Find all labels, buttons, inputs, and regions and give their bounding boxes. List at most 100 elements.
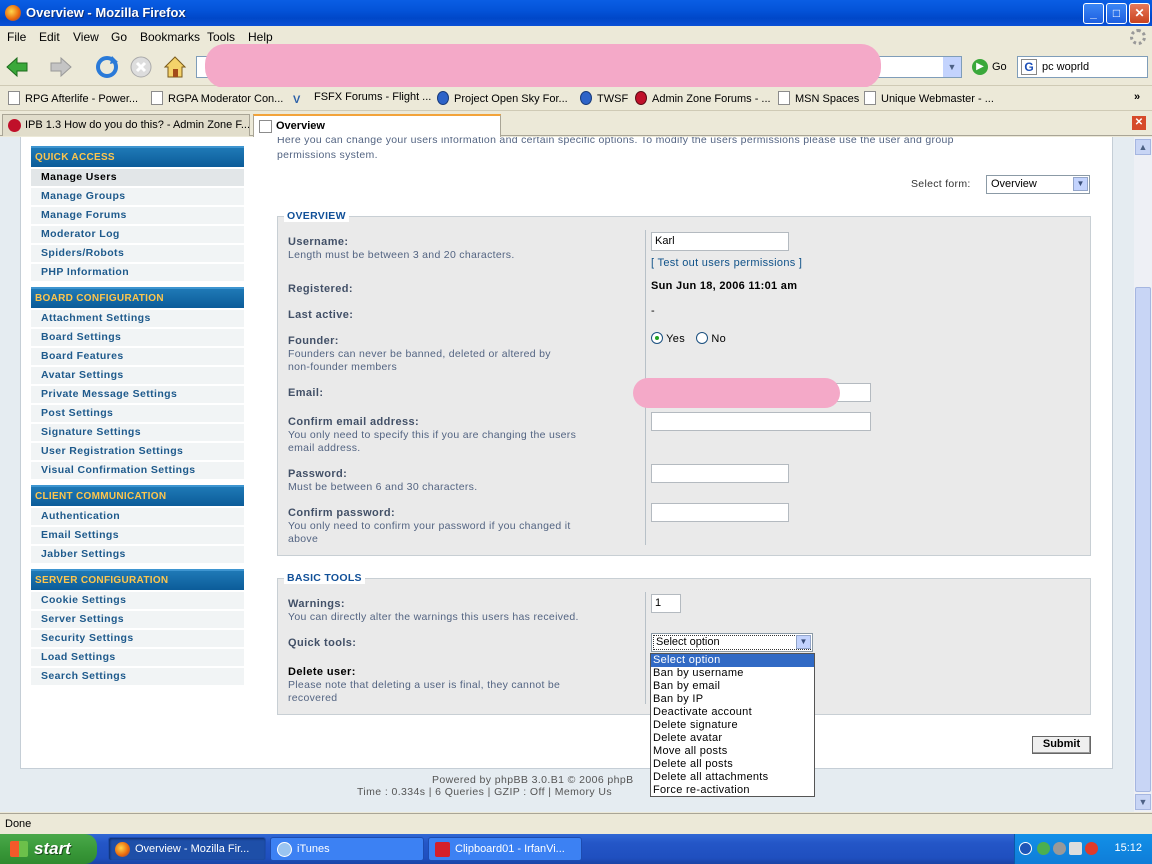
password-input[interactable] xyxy=(651,464,789,483)
radio-no-icon[interactable] xyxy=(696,332,708,344)
taskbar-item-firefox[interactable]: Overview - Mozilla Fir... xyxy=(108,837,266,861)
home-icon[interactable] xyxy=(162,54,188,80)
menu-tools[interactable]: Tools xyxy=(207,30,235,44)
submit-button[interactable]: Submit xyxy=(1032,736,1091,754)
sidebar-item-jabber-settings[interactable]: Jabber Settings xyxy=(31,546,244,564)
username-input[interactable]: Karl xyxy=(651,232,789,251)
scroll-up-icon[interactable]: ▲ xyxy=(1135,139,1151,155)
bookmark-item[interactable]: Admin Zone Forums - ... xyxy=(635,91,771,105)
sidebar-item-attachment-settings[interactable]: Attachment Settings xyxy=(31,310,244,328)
sidebar-item-manage-groups[interactable]: Manage Groups xyxy=(31,188,244,206)
sidebar-item-board-features[interactable]: Board Features xyxy=(31,348,244,366)
bookmark-item[interactable]: MSN Spaces xyxy=(778,91,859,105)
sidebar-item-moderator-log[interactable]: Moderator Log xyxy=(31,226,244,244)
back-icon[interactable] xyxy=(4,54,30,80)
option-delete-all-attachments[interactable]: Delete all attachments xyxy=(651,771,814,784)
taskbar-item-irfanview[interactable]: Clipboard01 - IrfanVi... xyxy=(428,837,582,861)
option-ban-by-email[interactable]: Ban by email xyxy=(651,680,814,693)
close-tab-icon[interactable]: ✕ xyxy=(1132,116,1146,130)
radio-yes-icon[interactable] xyxy=(651,332,663,344)
option-ban-by-username[interactable]: Ban by username xyxy=(651,667,814,680)
bookmark-item[interactable]: Unique Webmaster - ... xyxy=(864,91,994,105)
bookmark-item[interactable]: V FSFX Forums - Flight ... xyxy=(293,91,431,108)
bookmark-item[interactable]: RGPA Moderator Con... xyxy=(151,91,283,105)
option-select-option[interactable]: Select option xyxy=(651,654,814,667)
sidebar-item-user-registration-settings[interactable]: User Registration Settings xyxy=(31,443,244,461)
menu-bookmarks[interactable]: Bookmarks xyxy=(140,30,200,44)
sidebar-item-signature-settings[interactable]: Signature Settings xyxy=(31,424,244,442)
network-icon[interactable] xyxy=(1037,842,1050,855)
founder-no-option[interactable]: No xyxy=(696,332,726,345)
search-input[interactable]: G pc woprld xyxy=(1017,56,1148,78)
sidebar-item-email-settings[interactable]: Email Settings xyxy=(31,527,244,545)
option-delete-avatar[interactable]: Delete avatar xyxy=(651,732,814,745)
warnings-input[interactable]: 1 xyxy=(651,594,681,613)
sidebar-item-cookie-settings[interactable]: Cookie Settings xyxy=(31,592,244,610)
window-title: Overview - Mozilla Firefox xyxy=(26,5,186,20)
sidebar-item-load-settings[interactable]: Load Settings xyxy=(31,649,244,667)
close-button[interactable]: ✕ xyxy=(1129,3,1150,24)
sidebar-item-board-settings[interactable]: Board Settings xyxy=(31,329,244,347)
bookmark-item[interactable]: TWSF xyxy=(580,91,628,105)
sidebar-item-avatar-settings[interactable]: Avatar Settings xyxy=(31,367,244,385)
sidebar-section-server-configuration: SERVER CONFIGURATION xyxy=(31,569,244,590)
sidebar-item-private-message-settings[interactable]: Private Message Settings xyxy=(31,386,244,404)
select-form-dropdown[interactable]: Overview ▼ xyxy=(986,175,1090,194)
menu-view[interactable]: View xyxy=(73,30,99,44)
chevron-down-icon[interactable]: ▼ xyxy=(943,57,961,77)
volume-icon[interactable] xyxy=(1053,842,1066,855)
basic-tools-legend: BASIC TOOLS xyxy=(284,572,365,584)
option-delete-all-posts[interactable]: Delete all posts xyxy=(651,758,814,771)
sidebar-item-search-settings[interactable]: Search Settings xyxy=(31,668,244,686)
bookmarks-overflow-button[interactable]: » xyxy=(1134,91,1140,103)
scroll-thumb[interactable] xyxy=(1135,287,1151,792)
founder-yes-option[interactable]: Yes xyxy=(651,332,685,345)
option-deactivate-account[interactable]: Deactivate account xyxy=(651,706,814,719)
quick-tools-select[interactable]: Select option ▼ xyxy=(651,633,813,652)
confirm-password-hint-line1: You only need to confirm your password i… xyxy=(288,520,571,532)
sidebar-item-php-information[interactable]: PHP Information xyxy=(31,264,244,282)
username-label: Username: xyxy=(288,236,349,248)
forward-icon[interactable] xyxy=(48,54,74,80)
maximize-button[interactable]: □ xyxy=(1106,3,1127,24)
mail-icon[interactable] xyxy=(1069,842,1082,855)
bookmark-item[interactable]: RPG Afterlife - Power... xyxy=(8,91,138,105)
tab-ipb[interactable]: IPB 1.3 How do you do this? - Admin Zone… xyxy=(2,114,250,136)
delete-user-hint-line1: Please note that deleting a user is fina… xyxy=(288,679,561,691)
redacted-address xyxy=(205,44,881,88)
tray-expand-icon[interactable] xyxy=(1019,842,1032,855)
menu-go[interactable]: Go xyxy=(111,30,127,44)
test-permissions-link[interactable]: [ Test out users permissions ] xyxy=(651,257,802,269)
option-force-reactivation[interactable]: Force re-activation xyxy=(651,784,814,797)
sidebar-item-manage-users[interactable]: Manage Users xyxy=(31,169,244,187)
minimize-button[interactable]: _ xyxy=(1083,3,1104,24)
taskbar-item-itunes[interactable]: iTunes xyxy=(270,837,424,861)
security-icon[interactable] xyxy=(1085,842,1098,855)
sidebar-item-spiders-robots[interactable]: Spiders/Robots xyxy=(31,245,244,263)
option-ban-by-ip[interactable]: Ban by IP xyxy=(651,693,814,706)
confirm-password-input[interactable] xyxy=(651,503,789,522)
go-button[interactable]: ▶ Go xyxy=(970,58,1014,78)
confirm-email-input[interactable] xyxy=(651,412,871,431)
option-move-all-posts[interactable]: Move all posts xyxy=(651,745,814,758)
menu-help[interactable]: Help xyxy=(248,30,273,44)
menu-edit[interactable]: Edit xyxy=(39,30,60,44)
sidebar-item-authentication[interactable]: Authentication xyxy=(31,508,244,526)
sidebar-item-post-settings[interactable]: Post Settings xyxy=(31,405,244,423)
tab-overview[interactable]: Overview xyxy=(253,114,501,137)
reload-icon[interactable] xyxy=(94,54,120,80)
email-label: Email: xyxy=(288,387,324,399)
sidebar-item-server-settings[interactable]: Server Settings xyxy=(31,611,244,629)
sidebar-item-manage-forums[interactable]: Manage Forums xyxy=(31,207,244,225)
sidebar-item-security-settings[interactable]: Security Settings xyxy=(31,630,244,648)
vertical-scrollbar[interactable]: ▲ ▼ xyxy=(1134,137,1152,812)
stop-icon[interactable] xyxy=(128,54,154,80)
option-delete-signature[interactable]: Delete signature xyxy=(651,719,814,732)
sidebar-item-visual-confirmation-settings[interactable]: Visual Confirmation Settings xyxy=(31,462,244,480)
start-button[interactable]: start xyxy=(0,834,97,864)
clock: 15:12 xyxy=(1114,842,1142,854)
scroll-down-icon[interactable]: ▼ xyxy=(1135,794,1151,810)
bookmark-item[interactable]: Project Open Sky For... xyxy=(437,91,568,105)
menu-file[interactable]: File xyxy=(7,30,26,44)
globe-icon xyxy=(437,91,449,105)
